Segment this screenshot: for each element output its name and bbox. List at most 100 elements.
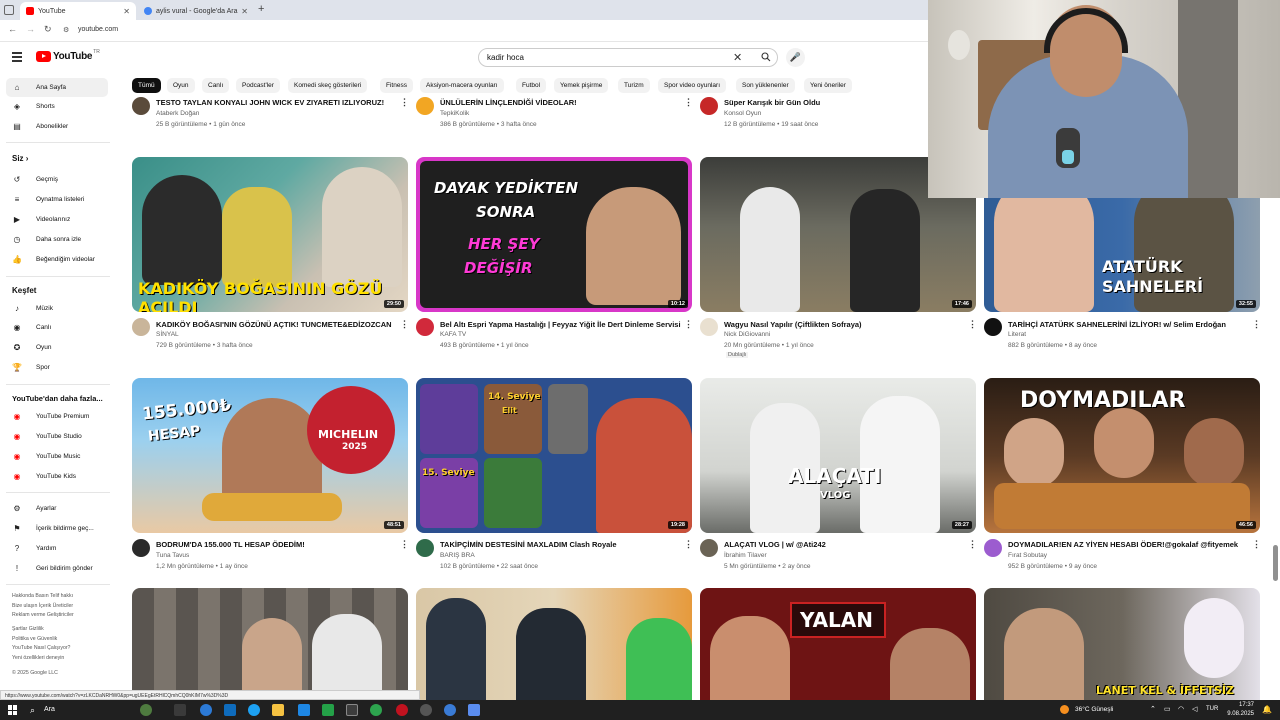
chrome-icon[interactable] — [370, 704, 382, 716]
chip[interactable]: Spor video oyunları — [658, 78, 727, 93]
channel-name[interactable]: BARIŞ BRA — [440, 552, 475, 559]
app-icon[interactable] — [322, 704, 334, 716]
chrome-icon[interactable] — [444, 704, 456, 716]
clock-time[interactable]: 17:37 — [1226, 702, 1254, 708]
video-thumbnail[interactable]: ALAÇATI VLOG 28:27 — [700, 378, 976, 533]
channel-avatar[interactable] — [416, 318, 434, 336]
chip[interactable]: Son yüklenenler — [736, 78, 795, 93]
site-info-icon[interactable]: ⚙ — [63, 26, 69, 34]
sidebar-item-liked[interactable]: 👍 Beğendiğim videolar — [6, 250, 108, 269]
more-actions-icon[interactable]: ⋮ — [684, 97, 693, 108]
youtube-logo[interactable]: YouTube TR — [36, 49, 100, 62]
chip[interactable]: Podcast'ler — [236, 78, 280, 93]
network-icon[interactable]: ▭ — [1164, 705, 1171, 713]
channel-name[interactable]: KAFA TV — [440, 331, 466, 338]
channel-name[interactable]: Nick DiGiovanni — [724, 331, 770, 338]
sidebar-item-music-app[interactable]: ◉ YouTube Music — [6, 447, 108, 466]
store-icon[interactable] — [298, 704, 310, 716]
sidebar-item-your-videos[interactable]: ▶ Videolarınız — [6, 210, 108, 229]
back-icon[interactable]: ← — [8, 24, 17, 34]
notification-icon[interactable]: 🔔 — [1262, 705, 1272, 714]
volume-icon[interactable]: ◁ — [1192, 705, 1197, 713]
sidebar-item-playlists[interactable]: ≡ Oynatma listeleri — [6, 190, 108, 209]
sidebar-item-home[interactable]: ⌂ Ana Sayfa — [6, 78, 108, 97]
channel-name[interactable]: Fırat Sobutay — [1008, 552, 1047, 559]
video-title[interactable]: DOYMADILAR!EN AZ YİYEN HESABI ÖDER!@goka… — [1008, 540, 1258, 549]
clock-date[interactable]: 9.08.2025 — [1220, 711, 1254, 717]
clear-icon[interactable]: ✕ — [733, 51, 742, 64]
sidebar-item-kids[interactable]: ◉ YouTube Kids — [6, 467, 108, 486]
sidebar-item-music[interactable]: ♪ Müzik — [6, 299, 108, 318]
more-actions-icon[interactable]: ⋮ — [1252, 539, 1261, 550]
chip[interactable]: Canlı — [202, 78, 230, 93]
sidebar-item-settings[interactable]: ⚙ Ayarlar — [6, 499, 108, 518]
video-title[interactable]: TESTO TAYLAN KONYALI JOHN WICK EV ZIYARE… — [156, 98, 406, 107]
more-actions-icon[interactable]: ⋮ — [400, 539, 409, 550]
url-field[interactable]: youtube.com — [78, 26, 118, 33]
you-section-header[interactable]: Siz › — [12, 154, 28, 163]
windows-start-icon[interactable] — [8, 705, 18, 715]
app-icon[interactable] — [346, 704, 358, 716]
video-thumbnail[interactable] — [132, 588, 408, 700]
footer-links[interactable]: Hakkında Basın Telif hakkı Bize ulaşın İ… — [12, 592, 112, 621]
taskbar-search[interactable]: Ara — [44, 706, 55, 713]
forward-icon[interactable]: → — [26, 24, 35, 34]
video-thumbnail[interactable]: KADIKÖY BOĞASININ GÖZÜ AÇILDI 29:50 — [132, 157, 408, 312]
chip[interactable]: Aksiyon-macera oyunları — [420, 78, 504, 93]
more-actions-icon[interactable]: ⋮ — [1252, 319, 1261, 330]
task-view-icon[interactable] — [174, 704, 186, 716]
video-title[interactable]: TARİHÇİ ATATÜRK SAHNELERİNİ İZLİYOR! w/ … — [1008, 320, 1258, 329]
channel-name[interactable]: İbrahim Tilaver — [724, 552, 767, 559]
chip[interactable]: Fitness — [380, 78, 413, 93]
video-thumbnail[interactable] — [416, 588, 692, 700]
chip[interactable]: Turizm — [618, 78, 650, 93]
video-title[interactable]: BODRUM'DA 155.000 TL HESAP ÖDEDİM! — [156, 540, 406, 549]
chip[interactable]: Oyun — [167, 78, 195, 93]
channel-avatar[interactable] — [700, 97, 718, 115]
channel-avatar[interactable] — [132, 318, 150, 336]
sidebar-item-live[interactable]: ◉ Canlı — [6, 318, 108, 337]
video-thumbnail[interactable]: 155.000₺ HESAP MICHELIN 2025 48:51 — [132, 378, 408, 533]
language-indicator[interactable]: TUR — [1206, 706, 1218, 712]
video-thumbnail[interactable]: DOYMADILAR 46:56 — [984, 378, 1260, 533]
sidebar-item-shorts[interactable]: ◈ Shorts — [6, 97, 108, 116]
taskbar-search-icon[interactable]: ⌕ — [30, 705, 35, 716]
more-actions-icon[interactable]: ⋮ — [400, 97, 409, 108]
chip[interactable]: Yemek pişirme — [554, 78, 609, 93]
channel-avatar[interactable] — [132, 97, 150, 115]
video-thumbnail[interactable]: 14. Seviye 15. Seviye Elit 19:28 — [416, 378, 692, 533]
video-title[interactable]: Bel Altı Espri Yapma Hastalığı | Feyyaz … — [440, 320, 690, 329]
channel-name[interactable]: Konsol Oyun — [724, 110, 761, 117]
close-icon[interactable]: ✕ — [241, 7, 248, 16]
edge-icon[interactable] — [200, 704, 212, 716]
wifi-icon[interactable]: ◠ — [1178, 705, 1184, 713]
channel-avatar[interactable] — [700, 318, 718, 336]
chip[interactable]: Futbol — [516, 78, 547, 93]
microphone-icon[interactable]: 🎤 — [786, 48, 805, 67]
video-title[interactable]: KADIKÖY BOĞASI'NIN GÖZÜNÜ AÇTIK! TUNCMET… — [156, 320, 406, 329]
outlook-icon[interactable] — [224, 704, 236, 716]
chip[interactable]: Yeni öneriler — [804, 78, 852, 93]
search-icon[interactable] — [761, 52, 771, 64]
sidebar-item-help[interactable]: ? Yardım — [6, 539, 108, 558]
browser-icon[interactable] — [248, 704, 260, 716]
sidebar-item-gaming[interactable]: ✪ Oyun — [6, 338, 108, 357]
more-actions-icon[interactable]: ⋮ — [968, 319, 977, 330]
video-title[interactable]: ÜNLÜLERİN LİNÇLENDİĞİ VİDEOLAR! — [440, 98, 690, 107]
sidebar-item-history[interactable]: ↺ Geçmiş — [6, 170, 108, 189]
channel-avatar[interactable] — [416, 97, 434, 115]
chip-all[interactable]: Tümü — [132, 78, 161, 93]
channel-avatar[interactable] — [416, 539, 434, 557]
tab-google[interactable]: aylis vural - Google'da Ara ✕ — [138, 2, 254, 20]
video-title[interactable]: TAKİPÇİMİN DESTESİNİ MAXLADIM Clash Roya… — [440, 540, 690, 549]
more-actions-icon[interactable]: ⋮ — [684, 319, 693, 330]
opera-icon[interactable] — [396, 704, 408, 716]
sidebar-item-sports[interactable]: 🏆 Spor — [6, 358, 108, 377]
more-actions-icon[interactable]: ⋮ — [968, 539, 977, 550]
sidebar-item-studio[interactable]: ◉ YouTube Studio — [6, 427, 108, 446]
channel-name[interactable]: TepkiKolik — [440, 110, 469, 117]
chip[interactable]: Komedi skeç gösterileri — [288, 78, 368, 93]
channel-name[interactable]: Literat — [1008, 331, 1026, 338]
app-icon[interactable] — [468, 704, 480, 716]
more-actions-icon[interactable]: ⋮ — [400, 319, 409, 330]
